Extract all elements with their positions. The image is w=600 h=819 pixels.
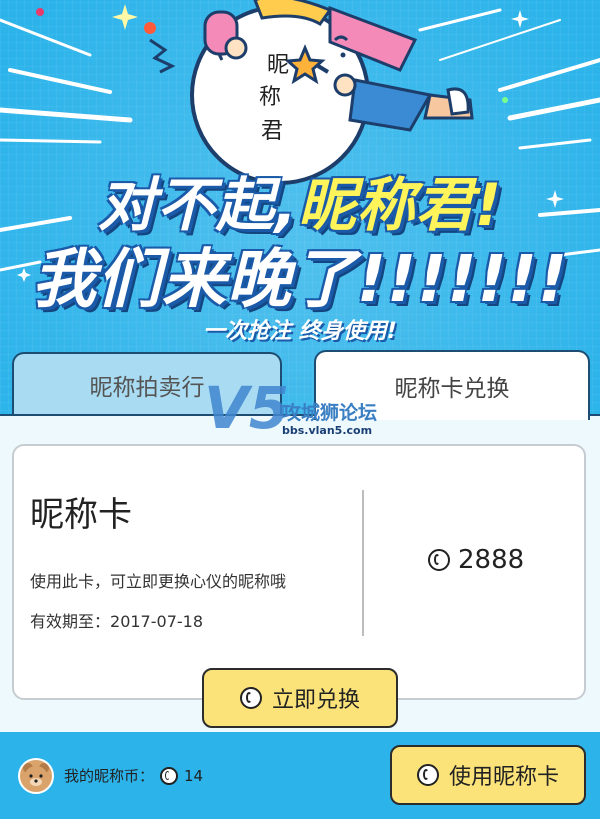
my-coins-value: 14 <box>184 766 204 785</box>
mascot-char-1: 昵 <box>267 53 289 78</box>
use-nickname-card-button[interactable]: 使用昵称卡 <box>390 745 586 805</box>
coin-icon <box>428 549 450 571</box>
card-title: 昵称卡 <box>30 495 132 535</box>
mascot-char-3: 君 <box>261 119 283 144</box>
squiggle <box>149 38 176 74</box>
tab-nickname-auction-label: 昵称拍卖行 <box>89 375 205 401</box>
mascot-char-2: 称 <box>259 85 281 110</box>
headline-late: 我们来晚了!!!!!!! <box>31 243 569 317</box>
watermark-logo-text: V5 <box>204 376 289 442</box>
nickname-card-page: 昵 称 君 对不起,昵称君! 我们来晚了!!!!!!! 一次抢注 终身使用! 昵… <box>0 0 600 819</box>
card-divider <box>362 490 364 636</box>
card-price: 2888 <box>428 545 524 575</box>
card-price-value: 2888 <box>458 545 525 575</box>
coin-icon <box>416 764 439 786</box>
my-nickname-coins: 我的昵称币： 14 <box>64 765 203 786</box>
card-expiry-date: 2017-07-18 <box>110 612 203 631</box>
avatar[interactable] <box>18 758 54 794</box>
banner-tagline: 一次抢注 终身使用! <box>203 319 397 344</box>
bear-avatar-icon <box>23 763 49 790</box>
card-expiry-label: 有效期至： <box>30 612 111 631</box>
my-coins-label: 我的昵称币： <box>64 767 155 785</box>
card-description: 使用此卡，可立即更换心仪的昵称哦 <box>30 572 287 591</box>
coin-icon <box>239 687 262 709</box>
watermark-url: bbs.vlan5.com <box>282 424 373 437</box>
use-nickname-card-label: 使用昵称卡 <box>448 765 559 790</box>
redeem-now-label: 立即兑换 <box>271 688 360 713</box>
promo-banner: 昵 称 君 对不起,昵称君! 我们来晚了!!!!!!! 一次抢注 终身使用! <box>0 0 600 360</box>
watermark-title: 攻城狮论坛 <box>282 402 378 424</box>
coin-icon <box>160 766 179 785</box>
redeem-now-button[interactable]: 立即兑换 <box>202 668 398 728</box>
card-expiry: 有效期至：2017-07-18 <box>30 608 203 632</box>
